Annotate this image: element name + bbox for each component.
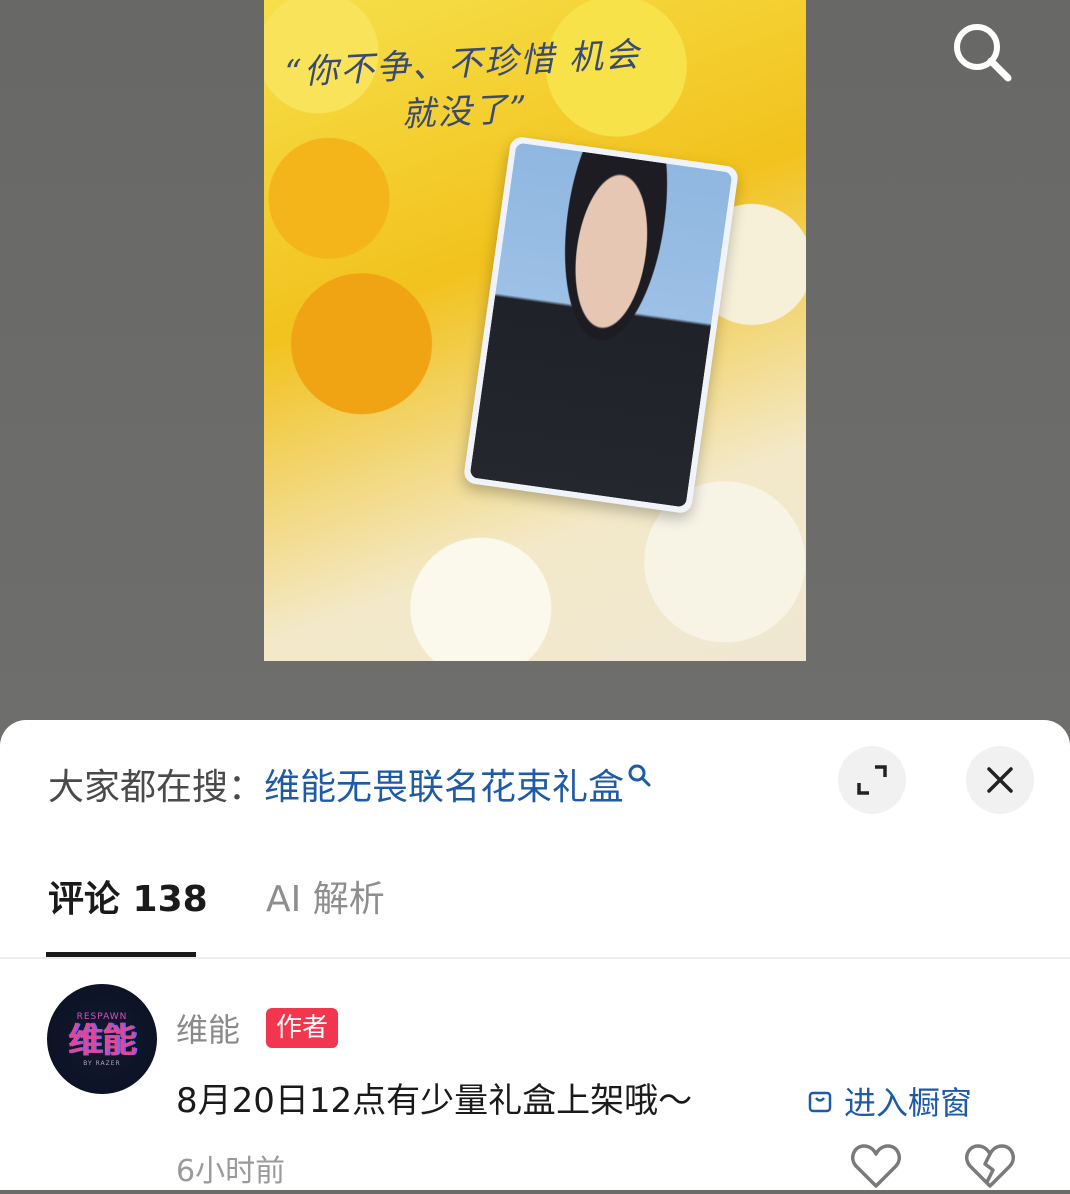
divider [0, 957, 1070, 959]
suggestion-label: 大家都在搜： [48, 767, 265, 808]
suggestion-term[interactable]: 维能无畏联名花束礼盒 [264, 758, 624, 810]
like-button[interactable] [850, 1142, 902, 1190]
dislike-button[interactable] [964, 1142, 1016, 1190]
avatar[interactable]: RESPAWN 维能 BY RAZER [47, 984, 157, 1094]
search-suggestion[interactable]: 大家都在搜： 维能无畏联名花束礼盒 [48, 756, 652, 812]
expand-button[interactable] [838, 746, 906, 814]
heart-icon [851, 1144, 901, 1188]
poster-quote: “你不争、不珍惜 机会就没了” [283, 34, 642, 136]
broken-heart-icon [965, 1144, 1015, 1188]
author-badge: 作者 [266, 1008, 339, 1048]
store-link-label: 进入橱窗 [844, 1084, 973, 1122]
comment-text: 8月20日12点有少量礼盒上架哦～ [176, 1081, 693, 1121]
tab-comments[interactable]: 评论 138 [48, 868, 208, 932]
store-link[interactable]: 进入橱窗 [806, 1078, 972, 1124]
shop-bag-icon [808, 1091, 832, 1113]
avatar-brand-text: RESPAWN [76, 1011, 128, 1022]
tab-ai-analysis[interactable]: AI 解析 [266, 868, 385, 932]
avatar-sub-text: BY RAZER [83, 1059, 121, 1067]
search-icon [628, 764, 651, 787]
avatar-logo-text: 维能 [68, 1020, 136, 1061]
expand-icon [857, 765, 887, 795]
comment-author[interactable]: 维能 [176, 1010, 240, 1050]
close-button[interactable] [966, 746, 1034, 814]
photo-card [462, 135, 740, 515]
search-icon [954, 24, 1012, 82]
search-button[interactable] [948, 18, 1016, 86]
comment-time: 6小时前 [176, 1154, 286, 1189]
close-icon [987, 767, 1013, 793]
photo-card-portrait [469, 142, 733, 508]
comment-item: RESPAWN 维能 BY RAZER 维能 作者 8月20日12点有少量礼盒上… [0, 980, 1070, 1190]
comment-sheet: 大家都在搜： 维能无畏联名花束礼盒 评论 138 AI 解析 RESPAWN 维… [0, 720, 1070, 1190]
